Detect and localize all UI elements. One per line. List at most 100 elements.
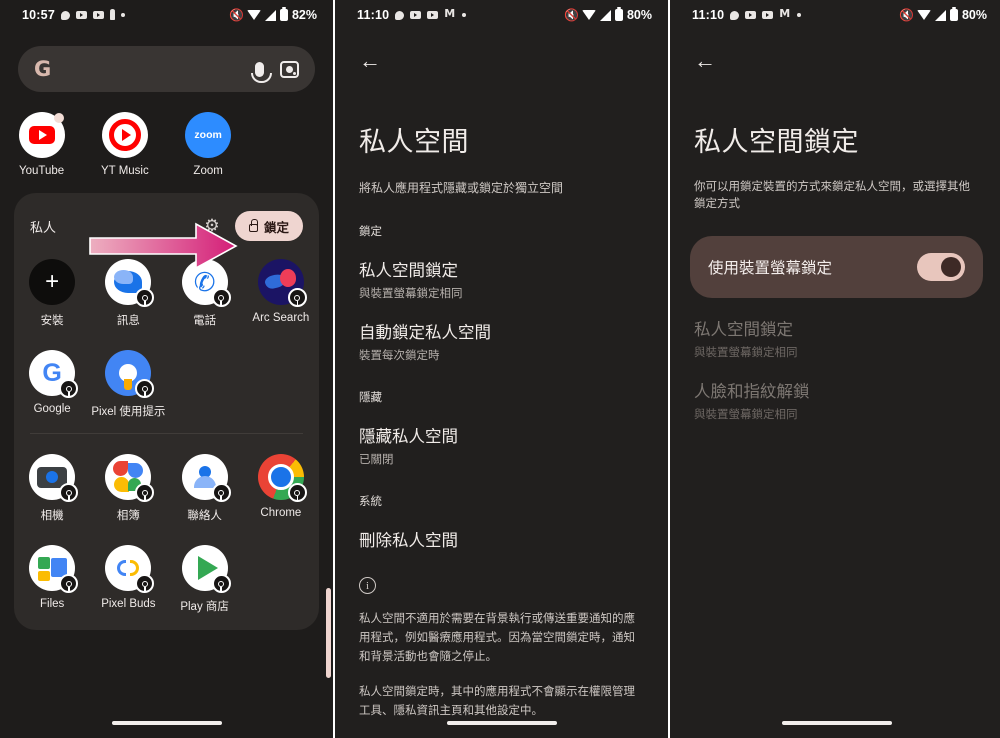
scroll-indicator[interactable]: [326, 588, 331, 678]
pixel-buds-icon: [105, 545, 155, 593]
private-lock-badge-icon: [211, 288, 231, 307]
google-icon: G: [29, 350, 79, 398]
battery-percent: 80%: [961, 8, 987, 22]
plus-icon: +: [29, 259, 76, 305]
google-lens-icon[interactable]: [280, 60, 299, 78]
setting-auto-lock[interactable]: 自動鎖定私人空間 裝置每次鎖定時: [359, 319, 644, 363]
chat-notification-icon: [730, 10, 740, 20]
option-face-fingerprint-unlock: 人臉和指紋解鎖 與裝置螢幕鎖定相同: [694, 378, 979, 422]
private-space-divider: [30, 433, 303, 434]
back-arrow-icon[interactable]: ←: [355, 46, 385, 76]
app-label: 相簿: [116, 510, 140, 522]
battery-percent: 82%: [291, 8, 317, 22]
setting-title: 自動鎖定私人空間: [359, 324, 491, 342]
annotation-arrow-right: [89, 222, 238, 270]
search-bar[interactable]: G: [18, 46, 315, 92]
info-paragraph-2: 私人空間鎖定時，其中的應用程式不會顯示在權限管理工具、隱私資訊主頁和其他設定中。: [359, 685, 635, 717]
gesture-navigation-bar[interactable]: [446, 721, 557, 725]
app-label: Zoom: [193, 165, 223, 177]
app-label: YouTube: [19, 165, 65, 177]
lock-button-label: 鎖定: [263, 220, 289, 235]
setting-title: 刪除私人空間: [359, 532, 458, 550]
section-label-system: 系統: [359, 496, 382, 508]
status-bar: 11:10 🔇 80%: [335, 0, 668, 30]
youtube-notification-icon: [410, 11, 422, 19]
private-lock-badge-icon: [211, 574, 231, 593]
private-app-row-4: Files Pixel Buds Play 商店: [14, 523, 319, 614]
youtube-notification-icon-2: [92, 11, 104, 19]
option-title: 人臉和指紋解鎖: [694, 382, 810, 401]
setting-subtitle: 裝置每次鎖定時: [359, 350, 440, 362]
setting-subtitle: 與裝置螢幕鎖定相同: [359, 288, 463, 300]
option-subtitle: 與裝置螢幕鎖定相同: [694, 408, 798, 421]
gesture-navigation-bar[interactable]: [781, 721, 892, 725]
app-label: Pixel 使用提示: [91, 406, 166, 418]
app-slot-empty: [243, 350, 319, 419]
mute-icon: 🔇: [898, 8, 914, 22]
private-lock-badge-icon: [135, 288, 155, 307]
app-label: Files: [39, 598, 65, 610]
gesture-navigation-bar[interactable]: [111, 721, 222, 725]
section-label-lock: 鎖定: [359, 226, 382, 238]
app-youtube[interactable]: YouTube: [0, 112, 83, 177]
setting-private-space-lock[interactable]: 私人空間鎖定 與裝置螢幕鎖定相同: [359, 257, 644, 301]
app-photos[interactable]: 相簿: [90, 454, 166, 523]
top-app-row: YouTube YT Music zoom Zoom: [0, 92, 333, 177]
app-label: 相機: [40, 510, 64, 522]
private-lock-badge-icon: [59, 379, 79, 398]
private-lock-badge-icon: [287, 288, 307, 307]
setting-title: 隱藏私人空間: [359, 428, 458, 446]
app-files[interactable]: Files: [14, 545, 90, 614]
device-screen-lock-toggle-row[interactable]: 使用裝置螢幕鎖定: [690, 235, 983, 298]
signal-icon: [264, 9, 276, 21]
toggle-switch[interactable]: [917, 252, 965, 281]
app-zoom[interactable]: zoom Zoom: [167, 112, 250, 177]
app-arc-search[interactable]: Arc Search: [243, 259, 319, 328]
lock-button[interactable]: 鎖定: [234, 211, 303, 241]
play-store-icon: [181, 545, 231, 593]
private-lock-badge-icon: [59, 483, 79, 502]
phone-panel-private-space-lock: 11:10 🔇 80% ← 私人空間鎖定 你可以用鎖定裝置的方式來鎖定私人空間，…: [670, 0, 1000, 738]
app-label: Arc Search: [252, 312, 310, 324]
app-label: Play 商店: [180, 601, 229, 613]
youtube-icon: [18, 112, 65, 158]
app-play-store[interactable]: Play 商店: [167, 545, 243, 614]
setting-subtitle: 已關閉: [359, 454, 394, 466]
setting-title: 私人空間鎖定: [359, 262, 458, 280]
section-label-hide: 隱藏: [359, 392, 382, 404]
app-label: Pixel Buds: [101, 598, 156, 610]
youtube-notification-icon: [745, 11, 757, 19]
microphone-icon[interactable]: [251, 61, 272, 83]
back-arrow-icon[interactable]: ←: [690, 46, 720, 76]
chat-notification-icon: [395, 10, 405, 20]
app-google[interactable]: G Google: [14, 350, 90, 419]
info-icon: i: [359, 577, 376, 594]
wifi-icon: [246, 10, 261, 20]
gmail-notification-icon: [444, 7, 456, 20]
person-notification-icon: [109, 9, 115, 20]
battery-icon: [614, 7, 623, 21]
private-app-row-2: G Google Pixel 使用提示: [14, 328, 319, 419]
setting-delete-private-space[interactable]: 刪除私人空間: [359, 527, 644, 551]
app-label: Chrome: [260, 507, 302, 519]
app-label: Google: [33, 403, 71, 415]
gmail-notification-icon: [779, 7, 791, 20]
more-notifications-dot-icon: [120, 13, 125, 17]
private-lock-badge-icon: [135, 574, 155, 593]
app-pixel-buds[interactable]: Pixel Buds: [90, 545, 166, 614]
app-install[interactable]: + 安裝: [14, 259, 90, 328]
page-subtitle: 將私人應用程式隱藏或鎖定於獨立空間: [359, 181, 564, 195]
app-camera[interactable]: 相機: [14, 454, 90, 523]
youtube-notification-icon-2: [762, 11, 774, 19]
screenshot-stage: 10:57 🔇 82% G YouTube YT Music zoom Zoom…: [0, 0, 1000, 738]
chrome-icon: [257, 454, 307, 502]
wifi-icon: [916, 10, 931, 20]
more-notifications-dot-icon: [797, 13, 802, 17]
app-chrome[interactable]: Chrome: [243, 454, 319, 523]
private-lock-badge-icon: [135, 379, 155, 398]
contacts-icon: [181, 454, 231, 502]
app-pixel-tips[interactable]: Pixel 使用提示: [90, 350, 166, 419]
setting-hide-private-space[interactable]: 隱藏私人空間 已關閉: [359, 423, 644, 467]
app-yt-music[interactable]: YT Music: [83, 112, 166, 177]
app-contacts[interactable]: 聯絡人: [167, 454, 243, 523]
